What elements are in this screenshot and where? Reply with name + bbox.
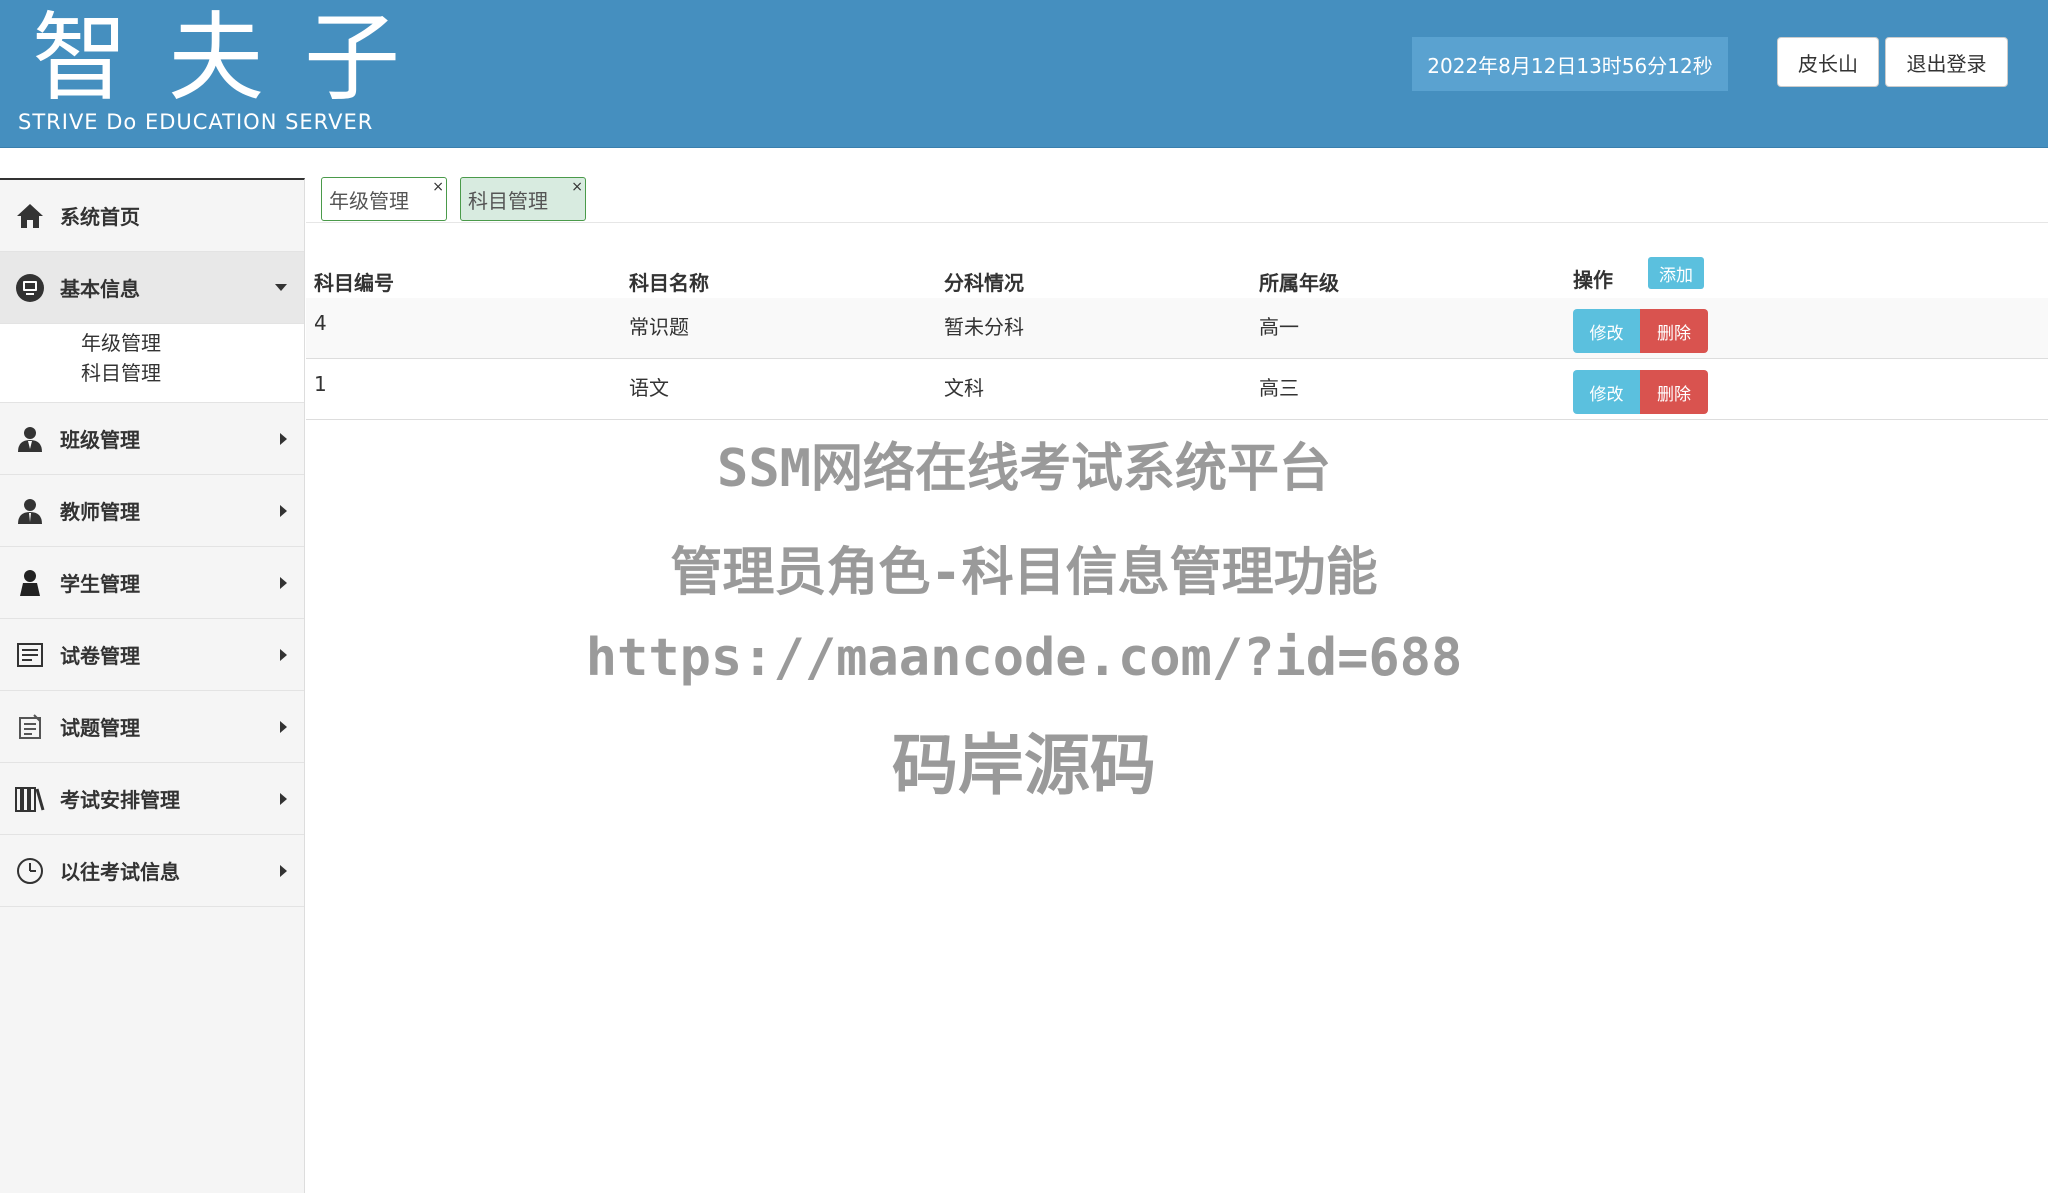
close-icon[interactable]: × (571, 180, 583, 194)
cell-grade: 高一 (1259, 315, 1299, 339)
sidebar-item-label: 系统首页 (60, 205, 140, 229)
watermark-title: SSM网络在线考试系统平台 (717, 439, 1331, 499)
submenu-basic-info: 年级管理 科目管理 (0, 324, 304, 403)
monitor-icon (15, 273, 45, 303)
edit-button[interactable]: 修改 (1573, 370, 1640, 414)
logo-subtitle: STRIVE Do EDUCATION SERVER (18, 110, 374, 134)
column-header-id: 科目编号 (314, 271, 394, 295)
delete-button[interactable]: 删除 (1640, 370, 1708, 414)
clock-icon (15, 856, 45, 886)
cell-name: 语文 (629, 376, 669, 400)
add-button[interactable]: 添加 (1648, 257, 1704, 289)
tab-label: 年级管理 (329, 188, 409, 213)
column-header-grade: 所属年级 (1259, 271, 1339, 295)
sidebar-item-past-exams[interactable]: 以往考试信息 (0, 835, 304, 907)
table-header: 科目编号 科目名称 分科情况 所属年级 操作 添加 (306, 222, 2048, 300)
cell-id: 1 (314, 372, 327, 396)
submenu-item-grade[interactable]: 年级管理 (0, 328, 304, 358)
logout-button[interactable]: 退出登录 (1885, 37, 2008, 87)
tab-grade-management[interactable]: 年级管理 × (321, 177, 447, 221)
column-header-division: 分科情况 (944, 271, 1024, 295)
cell-division: 文科 (944, 376, 984, 400)
chevron-right-icon (280, 504, 287, 517)
sidebar-item-basic-info[interactable]: 基本信息 (0, 252, 304, 324)
cell-name: 常识题 (629, 315, 689, 339)
home-icon (15, 201, 45, 231)
column-header-name: 科目名称 (629, 271, 709, 295)
sidebar-item-label: 以往考试信息 (60, 860, 180, 884)
tabs-bar: 年级管理 × 科目管理 × (306, 177, 2048, 223)
logo: 智夫子 STRIVE Do EDUCATION SERVER (18, 6, 488, 136)
cell-grade: 高三 (1259, 376, 1299, 400)
tab-subject-management[interactable]: 科目管理 × (460, 177, 586, 221)
chevron-right-icon (280, 864, 287, 877)
submenu-item-subject[interactable]: 科目管理 (0, 358, 304, 388)
watermark-subtitle: 管理员角色-科目信息管理功能 (670, 543, 1378, 603)
table-row: 1 语文 文科 高三 修改 删除 (306, 359, 2048, 420)
sidebar-item-label: 基本信息 (60, 277, 140, 301)
datetime-display: 2022年8月12日13时56分12秒 (1412, 37, 1728, 91)
user-name-button[interactable]: 皮长山 (1777, 37, 1879, 87)
chevron-down-icon (275, 284, 287, 291)
edit-button[interactable]: 修改 (1573, 309, 1640, 353)
table-row: 4 常识题 暂未分科 高一 修改 删除 (306, 298, 2048, 359)
watermark-url: https://maancode.com/?id=688 (585, 628, 1463, 688)
top-header: 智夫子 STRIVE Do EDUCATION SERVER 2022年8月12… (0, 0, 2048, 148)
sidebar-item-home[interactable]: 系统首页 (0, 180, 304, 252)
tab-label: 科目管理 (468, 188, 548, 213)
cell-id: 4 (314, 311, 327, 335)
logo-title: 智夫子 (32, 2, 440, 114)
column-header-actions: 操作 (1573, 268, 1613, 292)
delete-button[interactable]: 删除 (1640, 309, 1708, 353)
cell-division: 暂未分科 (944, 315, 1024, 339)
close-icon[interactable]: × (432, 180, 444, 194)
watermark-brand: 码岸源码 (892, 727, 1156, 804)
